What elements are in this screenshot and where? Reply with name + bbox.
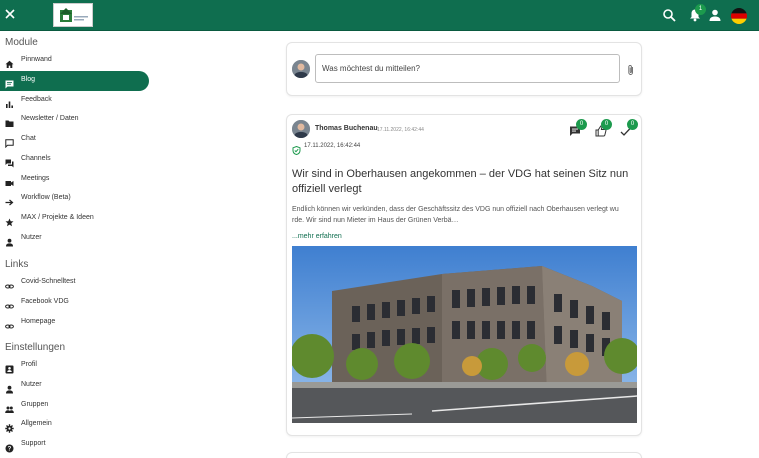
bar-chart-icon <box>5 96 14 108</box>
sidebar-item-settings-nutzer[interactable]: Nutzer <box>0 376 149 396</box>
app-logo[interactable] <box>53 3 93 27</box>
sidebar-item-label: Channels <box>21 155 51 162</box>
composer-placeholder: Was möchtest du mitteilen? <box>322 64 420 73</box>
sidebar-item-pinnwand[interactable]: Pinnwand <box>0 51 149 71</box>
help-icon: ? <box>5 440 14 453</box>
sidebar-item-label: Feedback <box>21 96 52 103</box>
sidebar-item-label: Pinnwand <box>21 56 52 63</box>
notifications-badge: 1 <box>695 4 706 15</box>
sidebar-item-newsletter[interactable]: Newsletter / Daten <box>0 110 149 130</box>
user-avatar[interactable] <box>292 60 310 78</box>
sidebar-item-feedback[interactable]: Feedback <box>0 91 149 111</box>
link-icon <box>5 278 14 289</box>
folder-icon <box>5 115 14 127</box>
sidebar-item-label: Facebook VDG <box>21 298 69 305</box>
sidebar-item-label: Meetings <box>21 175 50 182</box>
verified-shield-icon <box>292 142 301 156</box>
author-avatar[interactable] <box>292 120 310 138</box>
star-icon <box>5 214 14 227</box>
read-more-link[interactable]: ...mehr erfahren <box>292 233 342 240</box>
svg-text:?: ? <box>8 447 12 453</box>
next-post-card <box>286 452 642 458</box>
sidebar: Module Pinnwand Blog Feedback Newsletter… <box>0 31 153 458</box>
chat-bubble-icon <box>5 135 14 149</box>
sidebar-item-blog[interactable]: Blog <box>0 71 149 91</box>
gear-icon <box>5 420 14 433</box>
post-image-building[interactable] <box>292 246 637 423</box>
sidebar-item-label: Support <box>21 440 46 447</box>
forum-icon <box>5 155 14 168</box>
sidebar-item-label: MAX / Projekte & Ideen <box>21 214 94 221</box>
sidebar-item-covid-schnelltest[interactable]: Covid-Schnelltest <box>0 273 149 293</box>
person-icon <box>5 234 14 247</box>
sidebar-item-max-projekte[interactable]: MAX / Projekte & Ideen <box>0 209 149 229</box>
sidebar-item-label: Workflow (Beta) <box>21 194 71 201</box>
sidebar-item-chat[interactable]: Chat <box>0 130 149 150</box>
sidebar-item-facebook-vdg[interactable]: Facebook VDG <box>0 293 149 313</box>
post-excerpt-line-2: rde. Wir sind nun Mieter im Haus der Grü… <box>292 217 459 224</box>
sidebar-item-allgemein[interactable]: Allgemein <box>0 415 149 435</box>
sidebar-item-channels[interactable]: Channels <box>0 150 149 170</box>
post-author[interactable]: Thomas Buchenau <box>315 125 378 132</box>
sidebar-item-meetings[interactable]: Meetings <box>0 170 149 190</box>
sidebar-item-label: Chat <box>21 135 36 142</box>
link-icon <box>5 318 14 329</box>
arrow-right-icon <box>5 194 14 206</box>
sidebar-item-label: Allgemein <box>21 420 52 427</box>
section-title-links: Links <box>5 259 29 270</box>
sidebar-item-label: Homepage <box>21 318 56 325</box>
sidebar-item-gruppen[interactable]: Gruppen <box>0 396 149 416</box>
post-excerpt-line-1: Endlich können wir verkünden, dass der G… <box>292 206 619 213</box>
sidebar-item-label: Newsletter / Daten <box>21 115 79 122</box>
sidebar-item-nutzer[interactable]: Nutzer <box>0 229 149 249</box>
group-icon <box>5 401 14 413</box>
search-icon[interactable] <box>662 8 676 22</box>
section-title-module: Module <box>5 37 38 48</box>
sidebar-item-workflow[interactable]: Workflow (Beta) <box>0 189 149 209</box>
home-icon <box>5 56 14 68</box>
post-title[interactable]: Wir sind in Oberhausen angekommen – der … <box>292 167 632 197</box>
sidebar-item-label: Blog <box>21 76 36 83</box>
person-icon <box>5 381 14 394</box>
sidebar-item-homepage[interactable]: Homepage <box>0 313 149 333</box>
account-icon[interactable] <box>708 8 722 22</box>
sidebar-item-label: Nutzer <box>21 234 42 241</box>
sidebar-item-label: Nutzer <box>21 381 42 388</box>
like-count-badge: 0 <box>601 119 612 130</box>
videocam-icon <box>5 175 14 186</box>
attachment-icon[interactable] <box>625 63 637 75</box>
comment-count-badge: 0 <box>576 119 587 130</box>
post-created-time: 17.11.2022, 16:42:44 <box>377 127 424 133</box>
post-composer-input[interactable]: Was möchtest du mitteilen? <box>315 54 620 83</box>
language-flag-de-icon[interactable] <box>731 8 747 24</box>
top-app-bar: 1 <box>0 0 759 31</box>
sidebar-item-label: Gruppen <box>21 401 49 408</box>
sidebar-item-label: Covid-Schnelltest <box>21 278 76 285</box>
post-published-time: 17.11.2022, 16:42:44 <box>304 143 361 149</box>
contact-card-icon <box>5 361 14 374</box>
comment-icon <box>5 76 14 89</box>
done-count-badge: 0 <box>627 119 638 130</box>
sidebar-item-label: Profil <box>21 361 37 368</box>
sidebar-item-profil[interactable]: Profil <box>0 356 149 376</box>
close-icon[interactable] <box>2 6 18 22</box>
link-icon <box>5 298 14 309</box>
section-title-einstellungen: Einstellungen <box>5 342 66 353</box>
sidebar-item-support[interactable]: ? Support <box>0 435 149 455</box>
